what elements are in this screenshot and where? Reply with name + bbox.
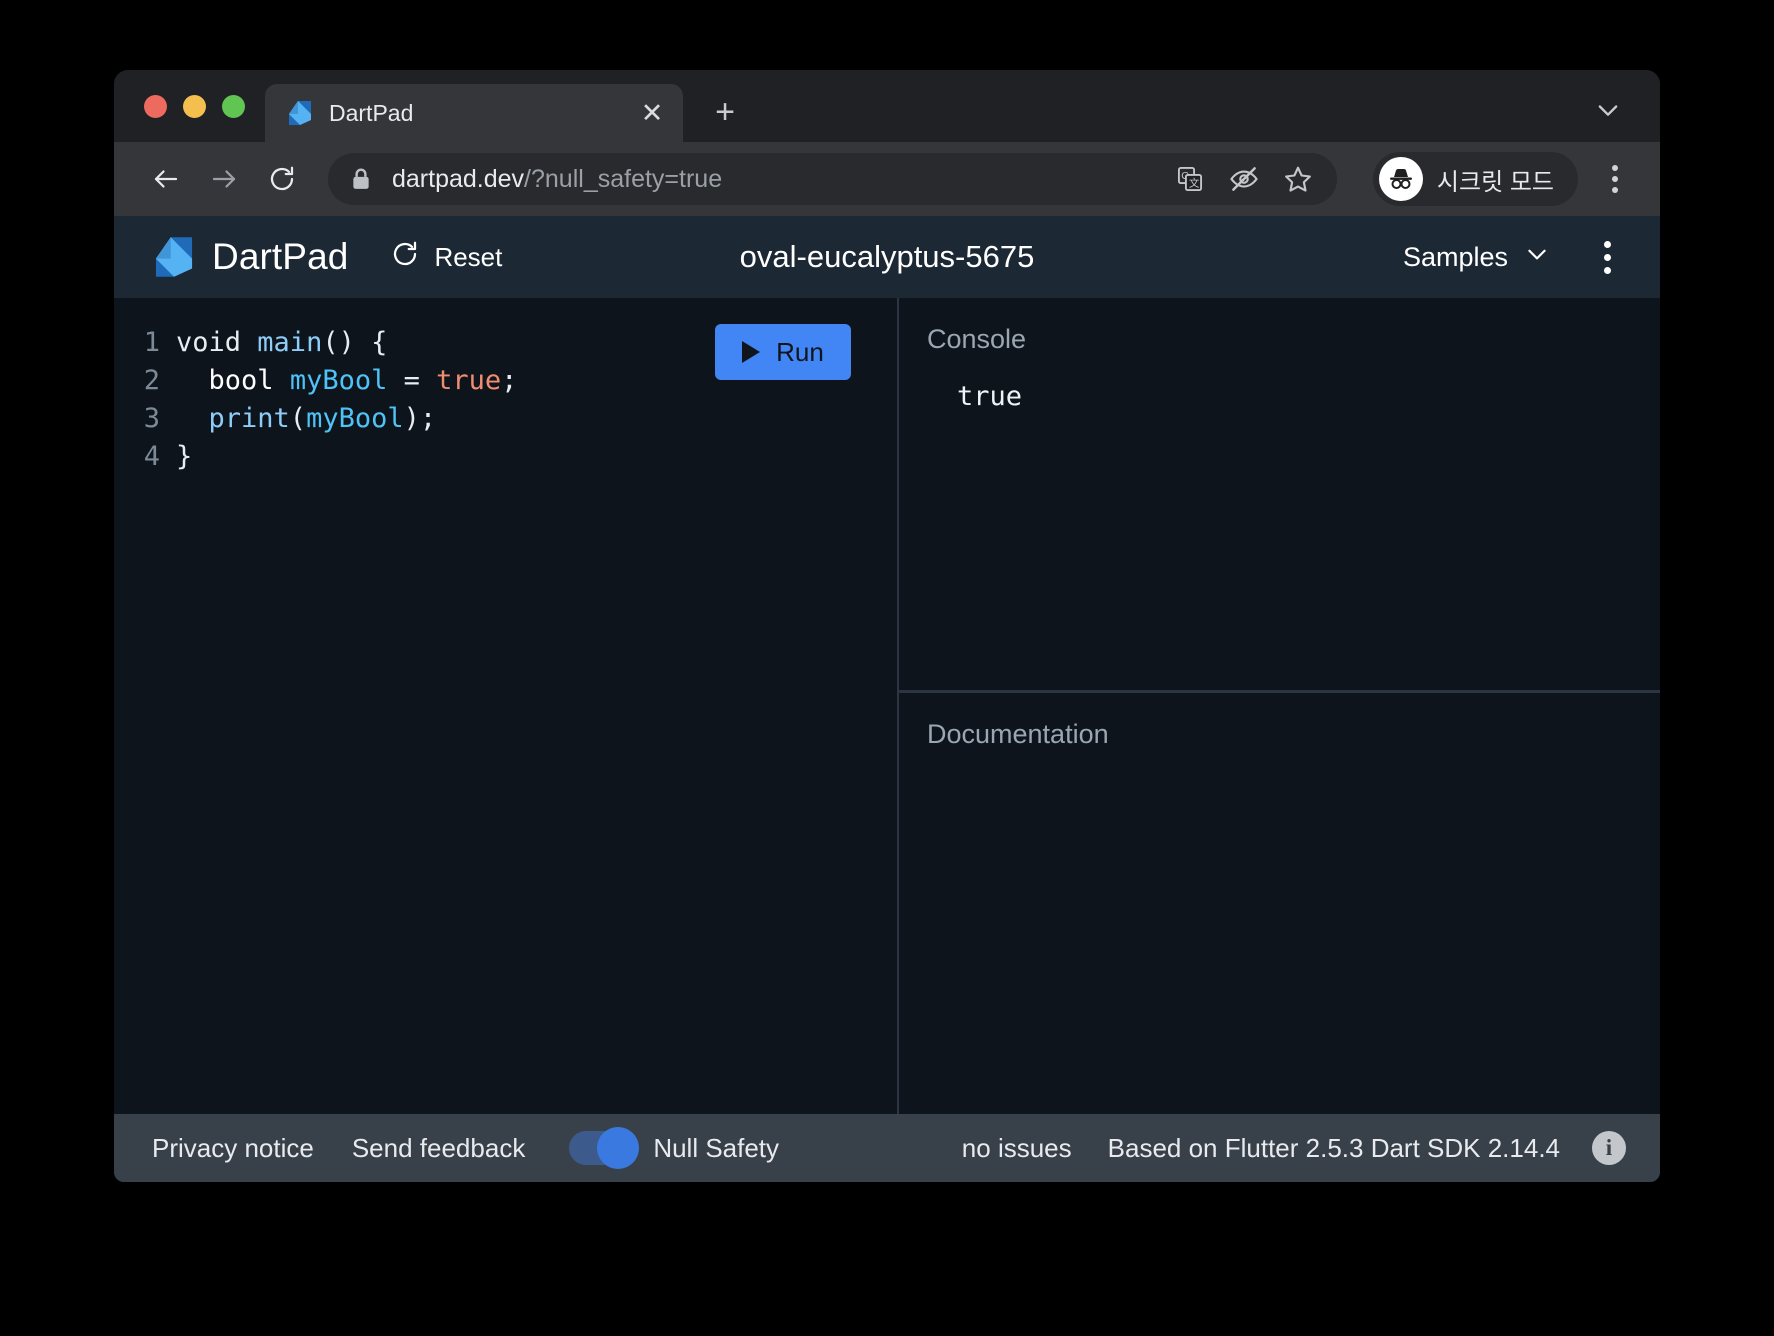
url-path: /?null_safety=true <box>524 164 723 193</box>
line-number: 4 <box>143 441 160 472</box>
play-icon <box>742 341 761 363</box>
tab-title: DartPad <box>329 99 414 126</box>
line-number: 1 <box>143 327 160 358</box>
browser-window: DartPad ✕ + dartpad.dev/?null_safety=tru… <box>114 70 1660 1182</box>
code-line: 4} <box>114 438 897 476</box>
code-line-text: bool myBool = true; <box>176 362 518 400</box>
console-output: true <box>957 381 1023 412</box>
reset-label: Reset <box>434 241 503 272</box>
dartpad-more-menu-icon[interactable] <box>1584 229 1630 285</box>
refresh-icon <box>390 239 420 276</box>
dartpad-status-bar: Privacy notice Send feedback Null Safety… <box>114 1114 1660 1182</box>
code-token: true <box>436 365 502 396</box>
incognito-label: 시크릿 모드 <box>1436 168 1554 196</box>
send-feedback-link[interactable]: Send feedback <box>352 1133 525 1164</box>
reset-button[interactable]: Reset <box>390 239 502 276</box>
eye-off-icon[interactable] <box>1221 156 1267 202</box>
browser-tab-dartpad[interactable]: DartPad ✕ <box>265 84 683 142</box>
window-traffic-lights <box>114 70 265 142</box>
incognito-icon <box>1378 157 1423 201</box>
back-arrow-icon[interactable] <box>140 153 192 205</box>
close-window-button[interactable] <box>144 94 167 118</box>
code-line: 3 print(myBool); <box>114 400 897 438</box>
dartpad-brand-label: DartPad <box>212 236 349 277</box>
run-button[interactable]: Run <box>715 324 851 380</box>
code-token: myBool <box>289 365 388 396</box>
svg-text:文: 文 <box>1189 177 1200 190</box>
code-token: bool <box>176 365 274 396</box>
tab-search-chevron-down-icon[interactable] <box>1582 84 1634 136</box>
run-label: Run <box>776 336 824 367</box>
info-icon[interactable]: i <box>1592 1131 1626 1165</box>
code-line-text: print(myBool); <box>176 400 437 438</box>
code-token: ; <box>501 365 518 396</box>
minimize-window-button[interactable] <box>183 94 206 118</box>
samples-dropdown[interactable]: Samples <box>1397 241 1556 274</box>
code-token: } <box>176 441 193 472</box>
privacy-notice-link[interactable]: Privacy notice <box>152 1133 314 1164</box>
line-number: 3 <box>143 403 160 434</box>
code-line-text: void main() { <box>176 324 387 362</box>
dartpad-header-actions: Samples <box>1397 229 1630 285</box>
code-token: main <box>257 327 323 358</box>
dartpad-app: DartPad Reset oval-eucalyptus-5675 Sampl… <box>114 216 1660 1182</box>
close-tab-icon[interactable]: ✕ <box>635 96 669 130</box>
issues-status[interactable]: no issues <box>962 1133 1072 1164</box>
dart-logo-icon <box>287 99 313 127</box>
url-host: dartpad.dev <box>392 164 525 193</box>
browser-menu-kebab-icon[interactable] <box>1592 153 1638 205</box>
version-label: Based on Flutter 2.5.3 Dart SDK 2.14.4 <box>1107 1132 1560 1163</box>
browser-toolbar: dartpad.dev/?null_safety=true G 文 <box>114 142 1660 216</box>
code-editor-pane[interactable]: 1 void main() {2 bool myBool = true; 3 pri… <box>114 298 899 1114</box>
incognito-profile-button[interactable]: 시크릿 모드 <box>1372 152 1578 206</box>
star-icon[interactable] <box>1275 156 1321 202</box>
translate-icon[interactable]: G 文 <box>1167 156 1213 202</box>
lock-icon <box>350 167 372 191</box>
documentation-panel: Documentation <box>899 693 1660 1114</box>
dartpad-header: DartPad Reset oval-eucalyptus-5675 Sampl… <box>114 216 1660 298</box>
dartpad-logo-icon <box>152 234 196 280</box>
address-bar[interactable]: dartpad.dev/?null_safety=true G 文 <box>328 153 1337 205</box>
url-text: dartpad.dev/?null_safety=true <box>392 165 1159 194</box>
samples-label: Samples <box>1402 241 1508 272</box>
maximize-window-button[interactable] <box>222 94 245 118</box>
new-tab-button[interactable]: + <box>701 88 749 136</box>
code-token: ( <box>289 403 307 434</box>
code-token: print <box>208 403 290 434</box>
code-token: ); <box>403 403 437 434</box>
console-label: Console <box>927 324 1027 354</box>
reload-icon[interactable] <box>256 153 308 205</box>
dartpad-body: 1 void main() {2 bool myBool = true; 3 pri… <box>114 298 1660 1114</box>
forward-arrow-icon[interactable] <box>198 153 250 205</box>
code-token: () { <box>322 327 388 358</box>
null-safety-label: Null Safety <box>653 1132 780 1163</box>
code-token: myBool <box>306 403 404 434</box>
tab-strip: DartPad ✕ + <box>114 70 1660 142</box>
output-pane: Console true Documentation <box>899 298 1660 1114</box>
chevron-down-icon <box>1524 241 1550 274</box>
toggle-knob <box>597 1127 640 1169</box>
code-token: = <box>387 365 437 396</box>
null-safety-toggle[interactable] <box>569 1127 640 1169</box>
code-line-text: } <box>176 438 192 476</box>
screen: DartPad ✕ + dartpad.dev/?null_safety=tru… <box>0 0 1774 1336</box>
documentation-label: Documentation <box>927 719 1109 749</box>
console-panel: Console true <box>899 298 1660 693</box>
line-number: 2 <box>143 365 160 396</box>
code-token: void <box>176 327 242 358</box>
